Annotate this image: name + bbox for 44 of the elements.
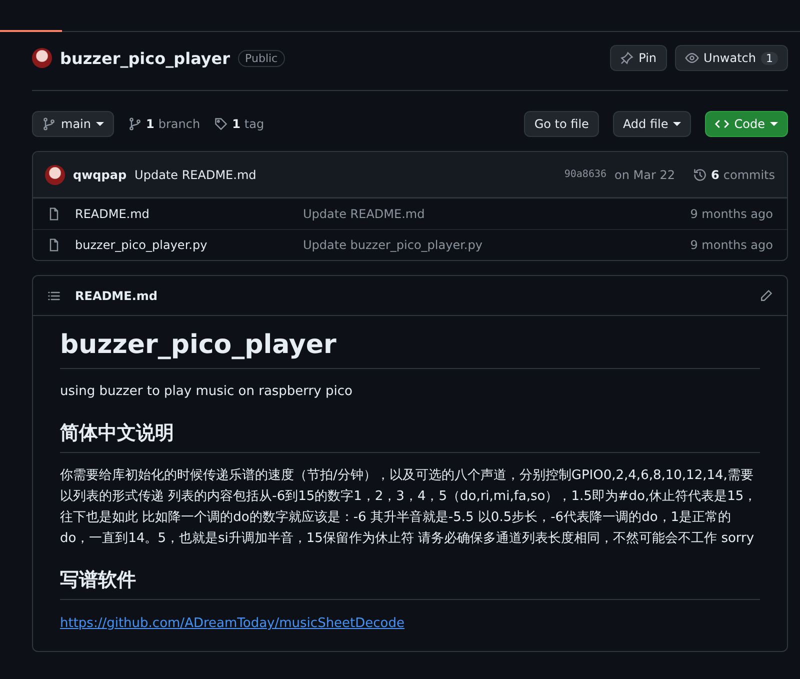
code-icon	[715, 117, 730, 131]
readme-title: buzzer_pico_player	[60, 330, 760, 369]
section-heading: 简体中文说明	[60, 420, 760, 453]
commit-hash[interactable]: 90a8636	[564, 169, 607, 180]
commit-message[interactable]: Update README.md	[134, 168, 256, 182]
file-age: 9 months ago	[690, 238, 773, 252]
caret-icon	[770, 120, 778, 128]
branches-link[interactable]: 1 branch	[128, 117, 200, 131]
readme-filename: README.md	[75, 288, 158, 302]
history-icon	[693, 168, 708, 182]
unwatch-button[interactable]: Unwatch 1	[674, 45, 788, 71]
readme-intro: using buzzer to play music on raspberry pico	[60, 383, 354, 401]
branch-icon	[128, 117, 142, 131]
caret-icon	[673, 120, 682, 128]
readme-paragraph: 你需要给库初始化的时候传递乐谱的速度（节拍/分钟），以及可选的八个声道，分别控制GPIO0,2,4,6,8,10,12,14,需要以列表的形式传递 列表的内容包括从-6到15的数字1，2，3，4，5（do,ri,mi,fa,so），1.5即为#do,休止符代表是15，往下也是如此 比如降一个调的do的数字就应该是：-6 其升半音就是-5.5 以0.5步长，-6代表降一调的do，1是正常的do，一直到14。5，也就是si升调加半音，15保留作为休止符 请务必确保多通道列表长度相同，不然可能会不工作 sorry	[60, 467, 758, 548]
active-tab-indicator	[0, 30, 62, 32]
add-file-button[interactable]: Add file	[612, 111, 692, 137]
author-avatar	[45, 164, 65, 184]
tags-link[interactable]: 1 tag	[214, 117, 264, 131]
visibility-label: Public	[238, 50, 285, 66]
eye-icon	[684, 51, 699, 65]
file-icon	[47, 238, 61, 252]
repo-link[interactable]: https://github.com/ADreamToday/musicSheetDecode	[60, 616, 405, 631]
code-button[interactable]: Code	[705, 111, 788, 137]
caret-icon	[96, 120, 104, 128]
pencil-icon	[759, 288, 773, 302]
file-name[interactable]: buzzer_pico_player.py	[75, 238, 295, 252]
file-commit-message[interactable]: Update README.md	[303, 207, 682, 221]
file-commit-message[interactable]: Update buzzer_pico_player.py	[303, 238, 682, 252]
file-icon	[47, 207, 61, 221]
file-age: 9 months ago	[690, 207, 773, 221]
branch-select[interactable]: main	[32, 111, 114, 137]
commit-date: on Mar 22	[614, 168, 676, 182]
branch-icon	[42, 117, 56, 131]
commit-author[interactable]: qwqpap	[73, 168, 127, 182]
repo-name[interactable]: buzzer_pico_player	[60, 48, 230, 68]
section-heading: 写谱软件	[60, 567, 760, 600]
tag-icon	[214, 117, 228, 131]
owner-avatar	[32, 48, 52, 68]
pin-button[interactable]: Pin	[610, 45, 667, 71]
file-name[interactable]: README.md	[75, 207, 295, 221]
commits-link[interactable]: 6 commits	[693, 168, 775, 182]
go-to-file-button[interactable]: Go to file	[524, 111, 599, 137]
pin-icon	[620, 51, 634, 65]
